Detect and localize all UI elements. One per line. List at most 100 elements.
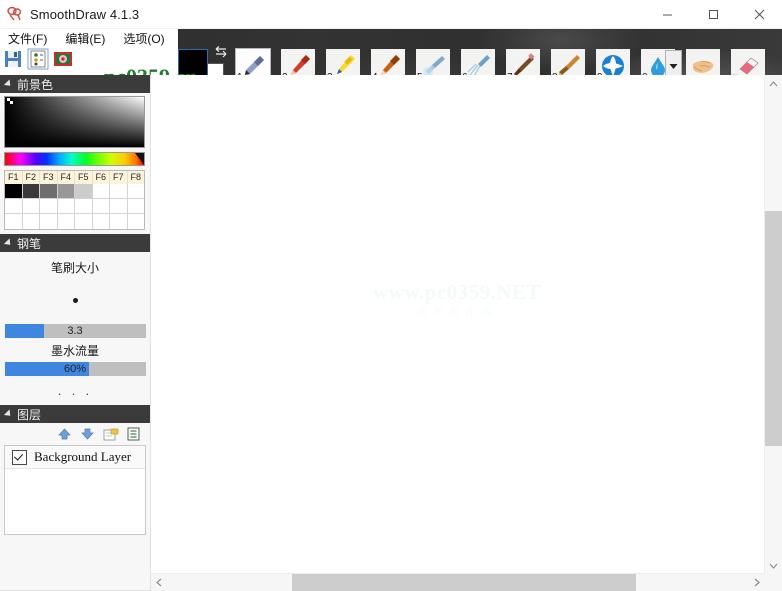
tool-key: 1 — [237, 73, 243, 76]
tool-key: - — [687, 73, 690, 76]
color-swatch-cell[interactable] — [75, 199, 93, 214]
more-tools-button[interactable] — [665, 50, 682, 75]
color-swatch-cell[interactable] — [75, 214, 93, 229]
tool-marker[interactable]: 4 — [371, 49, 405, 75]
minimize-button[interactable] — [644, 0, 690, 28]
open-image-icon[interactable] — [52, 48, 74, 70]
app-logo-icon — [7, 6, 23, 22]
foreground-color-panel: F1 F2 F3 F4 F5 F6 F7 F8 — [0, 93, 150, 234]
layer-move-down-icon[interactable] — [80, 427, 95, 441]
color-swatch-cell[interactable] — [127, 214, 144, 229]
horizontal-scroll-thumb[interactable] — [292, 574, 636, 591]
foreground-color-swatch[interactable] — [178, 49, 208, 75]
color-swatch-cell[interactable] — [57, 184, 75, 199]
more-settings-button[interactable]: · · · — [4, 376, 146, 401]
layer-list[interactable]: Background Layer — [4, 445, 146, 535]
tool-pen[interactable]: 1 — [236, 49, 270, 75]
color-swatch-cell[interactable] — [75, 184, 93, 199]
color-swatch-cell[interactable] — [110, 184, 128, 199]
layer-new-icon[interactable] — [103, 427, 119, 441]
hue-slider-knob[interactable] — [135, 153, 144, 165]
color-swatch-cell[interactable] — [127, 199, 144, 214]
canvas-watermark-line1: www.pc0359.NET — [372, 280, 542, 304]
chevron-right-icon — [754, 578, 760, 587]
color-swatch-cell[interactable] — [22, 199, 40, 214]
color-swatch-cell[interactable] — [5, 199, 23, 214]
color-swatch-cell[interactable] — [110, 214, 128, 229]
vertical-scrollbar[interactable] — [764, 75, 782, 574]
panel-title: 图层 — [17, 407, 42, 422]
menu-edit[interactable]: 编辑(E) — [57, 29, 113, 48]
layer-toolbar — [0, 423, 150, 445]
color-swatch-cell[interactable] — [57, 214, 75, 229]
layer-move-up-icon[interactable] — [57, 427, 72, 441]
swatch-row — [5, 184, 144, 199]
scroll-right-button[interactable] — [748, 574, 765, 591]
vertical-scroll-thumb[interactable] — [765, 211, 782, 446]
menu-file[interactable]: 文件(F) — [0, 29, 55, 48]
tool-crayon[interactable]: 3 — [326, 49, 360, 75]
tool-key: 2 — [282, 73, 288, 76]
brush-size-value: 3.3 — [67, 325, 83, 337]
sidebar: 前景色 F1 F2 F3 F4 F5 F6 F7 F8 钢笔 笔刷大小 3.3 … — [0, 75, 151, 591]
panel-header-layers[interactable]: 图层 — [0, 405, 150, 423]
panel-header-pen[interactable]: 钢笔 — [0, 234, 150, 252]
color-swatch-cell[interactable] — [92, 184, 110, 199]
close-button[interactable] — [736, 0, 782, 28]
chevron-down-icon — [669, 64, 678, 69]
maximize-button[interactable] — [690, 0, 736, 28]
fkey-label: F5 — [75, 171, 93, 184]
list-item[interactable]: Background Layer — [5, 446, 145, 469]
scroll-up-button[interactable] — [765, 75, 782, 92]
scroll-down-button[interactable] — [765, 557, 782, 574]
layer-visibility-checkbox[interactable] — [12, 449, 27, 465]
color-swatch-cell[interactable] — [5, 214, 23, 229]
scroll-left-button[interactable] — [150, 574, 167, 591]
horizontal-scrollbar[interactable] — [150, 573, 765, 591]
picker-cursor-icon — [7, 98, 13, 104]
brush-size-slider[interactable]: 3.3 — [4, 324, 146, 338]
save-icon[interactable] — [2, 48, 24, 70]
tool-key: 0 — [642, 73, 648, 76]
pen-panel: 笔刷大小 3.3 墨水流量 60% · · · — [0, 252, 150, 405]
tool-palette: 1 2 3 — [236, 49, 776, 75]
panel-title: 前景色 — [17, 77, 54, 92]
tool-paintbrush[interactable]: 8 — [551, 49, 585, 75]
color-swatch-cell[interactable] — [40, 199, 58, 214]
layer-properties-icon[interactable] — [127, 427, 140, 441]
tool-bristle[interactable]: 7 — [506, 49, 540, 75]
tool-eraser[interactable]: = — [731, 49, 765, 75]
color-swatch-cell[interactable] — [127, 184, 144, 199]
tool-key: 6 — [462, 73, 468, 76]
hue-slider[interactable] — [4, 152, 145, 166]
color-swatch-cell[interactable] — [110, 199, 128, 214]
chevron-left-icon — [155, 578, 161, 587]
color-swatch-cell[interactable] — [92, 214, 110, 229]
color-swatch-cell[interactable] — [40, 214, 58, 229]
tool-finger-blend[interactable]: - — [686, 49, 720, 75]
color-swatch-cell[interactable] — [40, 184, 58, 199]
drawing-canvas[interactable]: www.pc0359.NET 河东软件园 — [150, 75, 765, 574]
color-swatch-cell[interactable] — [92, 199, 110, 214]
brush-size-label: 笔刷大小 — [50, 261, 99, 275]
tool-airbrush[interactable]: 5 — [416, 49, 450, 75]
new-document-icon[interactable] — [27, 48, 49, 70]
menu-options[interactable]: 选项(O) — [115, 29, 172, 48]
panel-header-foreground-color[interactable]: 前景色 — [0, 75, 150, 93]
tool-key: 3 — [327, 73, 333, 76]
ink-flow-slider[interactable]: 60% — [4, 362, 146, 376]
tool-spray[interactable]: 6 — [461, 49, 495, 75]
color-swatch-cell[interactable] — [5, 184, 23, 199]
saturation-value-picker[interactable] — [4, 96, 145, 148]
color-swatch-widget[interactable] — [178, 46, 227, 75]
color-swatch-cell[interactable] — [22, 184, 40, 199]
color-swatch-cell[interactable] — [22, 214, 40, 229]
layer-name: Background Layer — [34, 449, 132, 464]
toolbar-file-actions — [2, 48, 74, 70]
tool-pencil[interactable]: 2 — [281, 49, 315, 75]
title-bar: SmoothDraw 4.1.3 — [0, 0, 782, 29]
tool-smudge[interactable]: 9 — [596, 49, 630, 75]
menu-bar: 文件(F) 编辑(E) 选项(O) — [0, 28, 782, 48]
tool-key: 7 — [507, 73, 513, 76]
color-swatch-cell[interactable] — [57, 199, 75, 214]
